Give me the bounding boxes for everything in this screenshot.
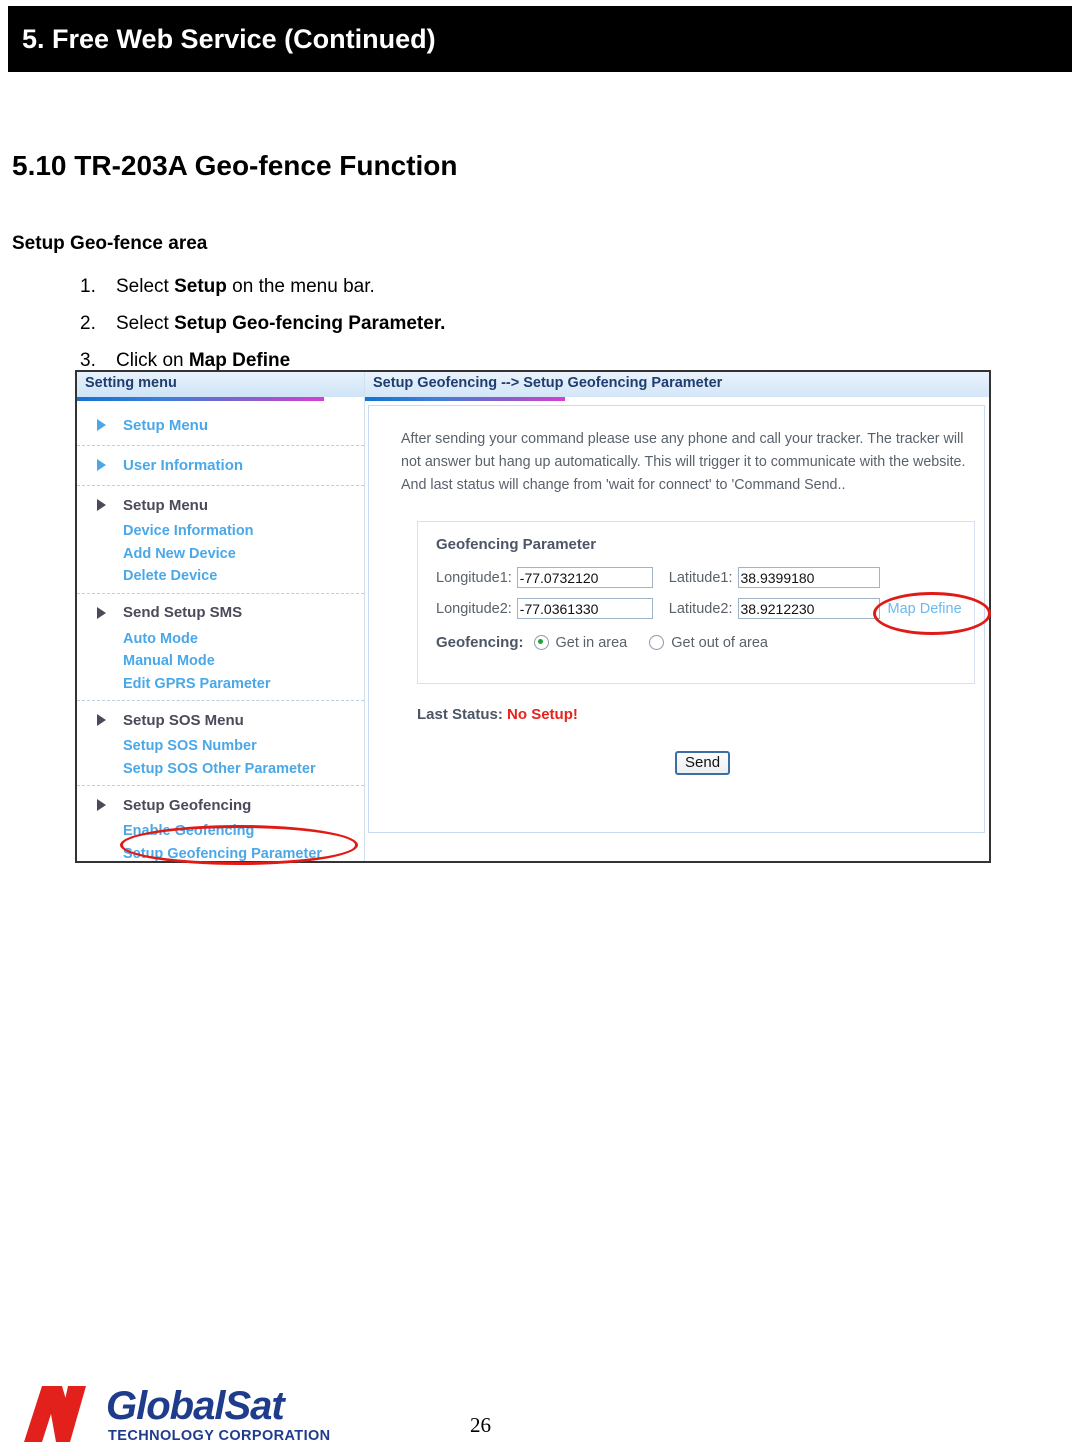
last-status-label: Last Status: (417, 706, 503, 723)
sidebar-item-add-new-device[interactable]: Add New Device (77, 543, 364, 566)
step-text-bold: Setup (174, 276, 227, 297)
sidebar-item-auto-mode[interactable]: Auto Mode (77, 628, 364, 651)
geofencing-mode-row: Geofencing: Get in area Get out of area (436, 634, 790, 651)
sidebar-item-label: Setup Geofencing (123, 796, 252, 814)
menu-group-setup-menu-top: Setup Menu (77, 406, 364, 446)
coordinate-row-2: Longitude2: Latitude2: Map Define (436, 598, 962, 619)
subheading: Setup Geo-fence area (12, 233, 208, 254)
step-text-bold: Setup Geo-fencing Parameter. (174, 313, 446, 334)
embedded-screenshot: Setting menu Setup Menu User Information (75, 370, 991, 863)
brand-tagline: TECHNOLOGY CORPORATION (108, 1428, 331, 1444)
breadcrumb: Setup Geofencing --> Setup Geofencing Pa… (373, 375, 723, 391)
menu-group-setup-menu: Setup Menu Device Information Add New De… (77, 486, 364, 594)
geofencing-parameter-box: Geofencing Parameter Longitude1: Latitud… (417, 521, 975, 684)
list-item: 1. Select Setup on the menu bar. (80, 268, 880, 305)
send-button[interactable]: Send (675, 751, 731, 775)
step-text-pre: Select (116, 313, 175, 334)
chevron-right-icon (97, 459, 106, 471)
sidebar-item-setup-menu[interactable]: Setup Menu (77, 490, 364, 520)
latitude2-label: Latitude2: (668, 600, 733, 617)
step-text-bold: Map Define (188, 350, 291, 371)
status-badge: No Setup! (507, 706, 578, 723)
sidebar-item-label: Send Setup SMS (123, 604, 243, 621)
sidebar-item-setup-sos-number[interactable]: Setup SOS Number (77, 735, 364, 758)
step-text-pre: Select (116, 276, 175, 297)
section-title: 5.10 TR-203A Geo-fence Function (12, 150, 458, 181)
radio-get-out-of-area[interactable] (649, 635, 665, 650)
setting-menu-sidebar: Setting menu Setup Menu User Information (77, 372, 365, 861)
sidebar-item-setup-menu-top[interactable]: Setup Menu (77, 410, 364, 440)
chapter-title-bar: 5. Free Web Service (Continued) (8, 6, 1072, 72)
map-define-link[interactable]: Map Define (888, 601, 962, 617)
coordinate-row-1: Longitude1: Latitude1: (436, 567, 888, 588)
chevron-right-icon (97, 799, 106, 811)
globalsat-mark-icon (24, 1386, 86, 1442)
chevron-right-icon (97, 606, 106, 619)
longitude1-label: Longitude1: (436, 569, 512, 586)
sidebar-item-label: Setup Menu (123, 496, 208, 514)
chevron-right-icon (97, 419, 106, 431)
menu-group-setup-geofencing: Setup Geofencing Enable Geofencing Setup… (77, 786, 364, 862)
step-text-pre: Click on (116, 350, 189, 371)
page-number: 26 (470, 1413, 491, 1437)
footer-logo: GlobalSat TECHNOLOGY CORPORATION (22, 1384, 342, 1446)
sidebar-item-label: Setup SOS Menu (123, 711, 244, 729)
param-box-title: Geofencing Parameter (436, 536, 597, 553)
longitude2-label: Longitude2: (436, 600, 512, 617)
radio-get-out-of-area-label: Get out of area (671, 634, 768, 651)
content-header-rule (365, 397, 565, 401)
list-item: 2. Select Setup Geo-fencing Parameter. (80, 305, 880, 342)
latitude1-input[interactable] (737, 567, 880, 588)
chevron-right-icon (97, 499, 106, 511)
sidebar-header-label: Setting menu (85, 375, 177, 391)
sidebar-item-setup-geofencing-parameter[interactable]: Setup Geofencing Parameter (77, 843, 364, 862)
sidebar-item-setup-sos-menu[interactable]: Setup SOS Menu (77, 705, 364, 735)
geofencing-label: Geofencing: (436, 634, 524, 651)
content-body: After sending your command please use an… (368, 405, 985, 833)
sidebar-item-send-setup-sms[interactable]: Send Setup SMS (77, 598, 364, 628)
step-number: 1. (80, 276, 96, 297)
sidebar-item-label: User Information (123, 456, 244, 474)
latitude2-input[interactable] (737, 598, 880, 619)
sidebar-item-setup-sos-other-parameter[interactable]: Setup SOS Other Parameter (77, 758, 364, 781)
sidebar-item-setup-geofencing[interactable]: Setup Geofencing (77, 790, 364, 820)
content-header: Setup Geofencing --> Setup Geofencing Pa… (365, 372, 989, 397)
longitude1-input[interactable] (516, 567, 653, 588)
step-number: 2. (80, 313, 96, 334)
menu-group-send-setup-sms: Send Setup SMS Auto Mode Manual Mode Edi… (77, 594, 364, 701)
brand-name: GlobalSat (106, 1384, 285, 1428)
sidebar-item-delete-device[interactable]: Delete Device (77, 565, 364, 588)
sidebar-item-edit-gprs-parameter[interactable]: Edit GPRS Parameter (77, 673, 364, 696)
sidebar-menu: Setup Menu User Information Setup Menu D… (77, 401, 364, 862)
sidebar-item-enable-geofencing[interactable]: Enable Geofencing (77, 820, 364, 843)
intro-text: After sending your command please use an… (401, 431, 966, 493)
radio-get-in-area[interactable] (533, 635, 549, 650)
last-status: Last Status: No Setup! (417, 706, 578, 723)
step-text-post: on the menu bar. (226, 276, 375, 297)
chapter-title: 5. Free Web Service (Continued) (22, 24, 436, 54)
menu-group-user-information: User Information (77, 446, 364, 486)
content-panel: Setup Geofencing --> Setup Geofencing Pa… (365, 372, 989, 861)
sidebar-item-device-information[interactable]: Device Information (77, 520, 364, 543)
chevron-right-icon (97, 714, 106, 726)
longitude2-input[interactable] (516, 598, 653, 619)
sidebar-item-manual-mode[interactable]: Manual Mode (77, 650, 364, 673)
radio-get-in-area-label: Get in area (555, 634, 628, 651)
sidebar-header: Setting menu (77, 372, 364, 397)
latitude1-label: Latitude1: (668, 569, 733, 586)
menu-group-setup-sos-menu: Setup SOS Menu Setup SOS Number Setup SO… (77, 701, 364, 786)
steps-list: 1. Select Setup on the menu bar. 2. Select… (80, 268, 880, 379)
sidebar-item-user-information[interactable]: User Information (77, 450, 364, 480)
sidebar-item-label: Setup Menu (123, 416, 208, 434)
